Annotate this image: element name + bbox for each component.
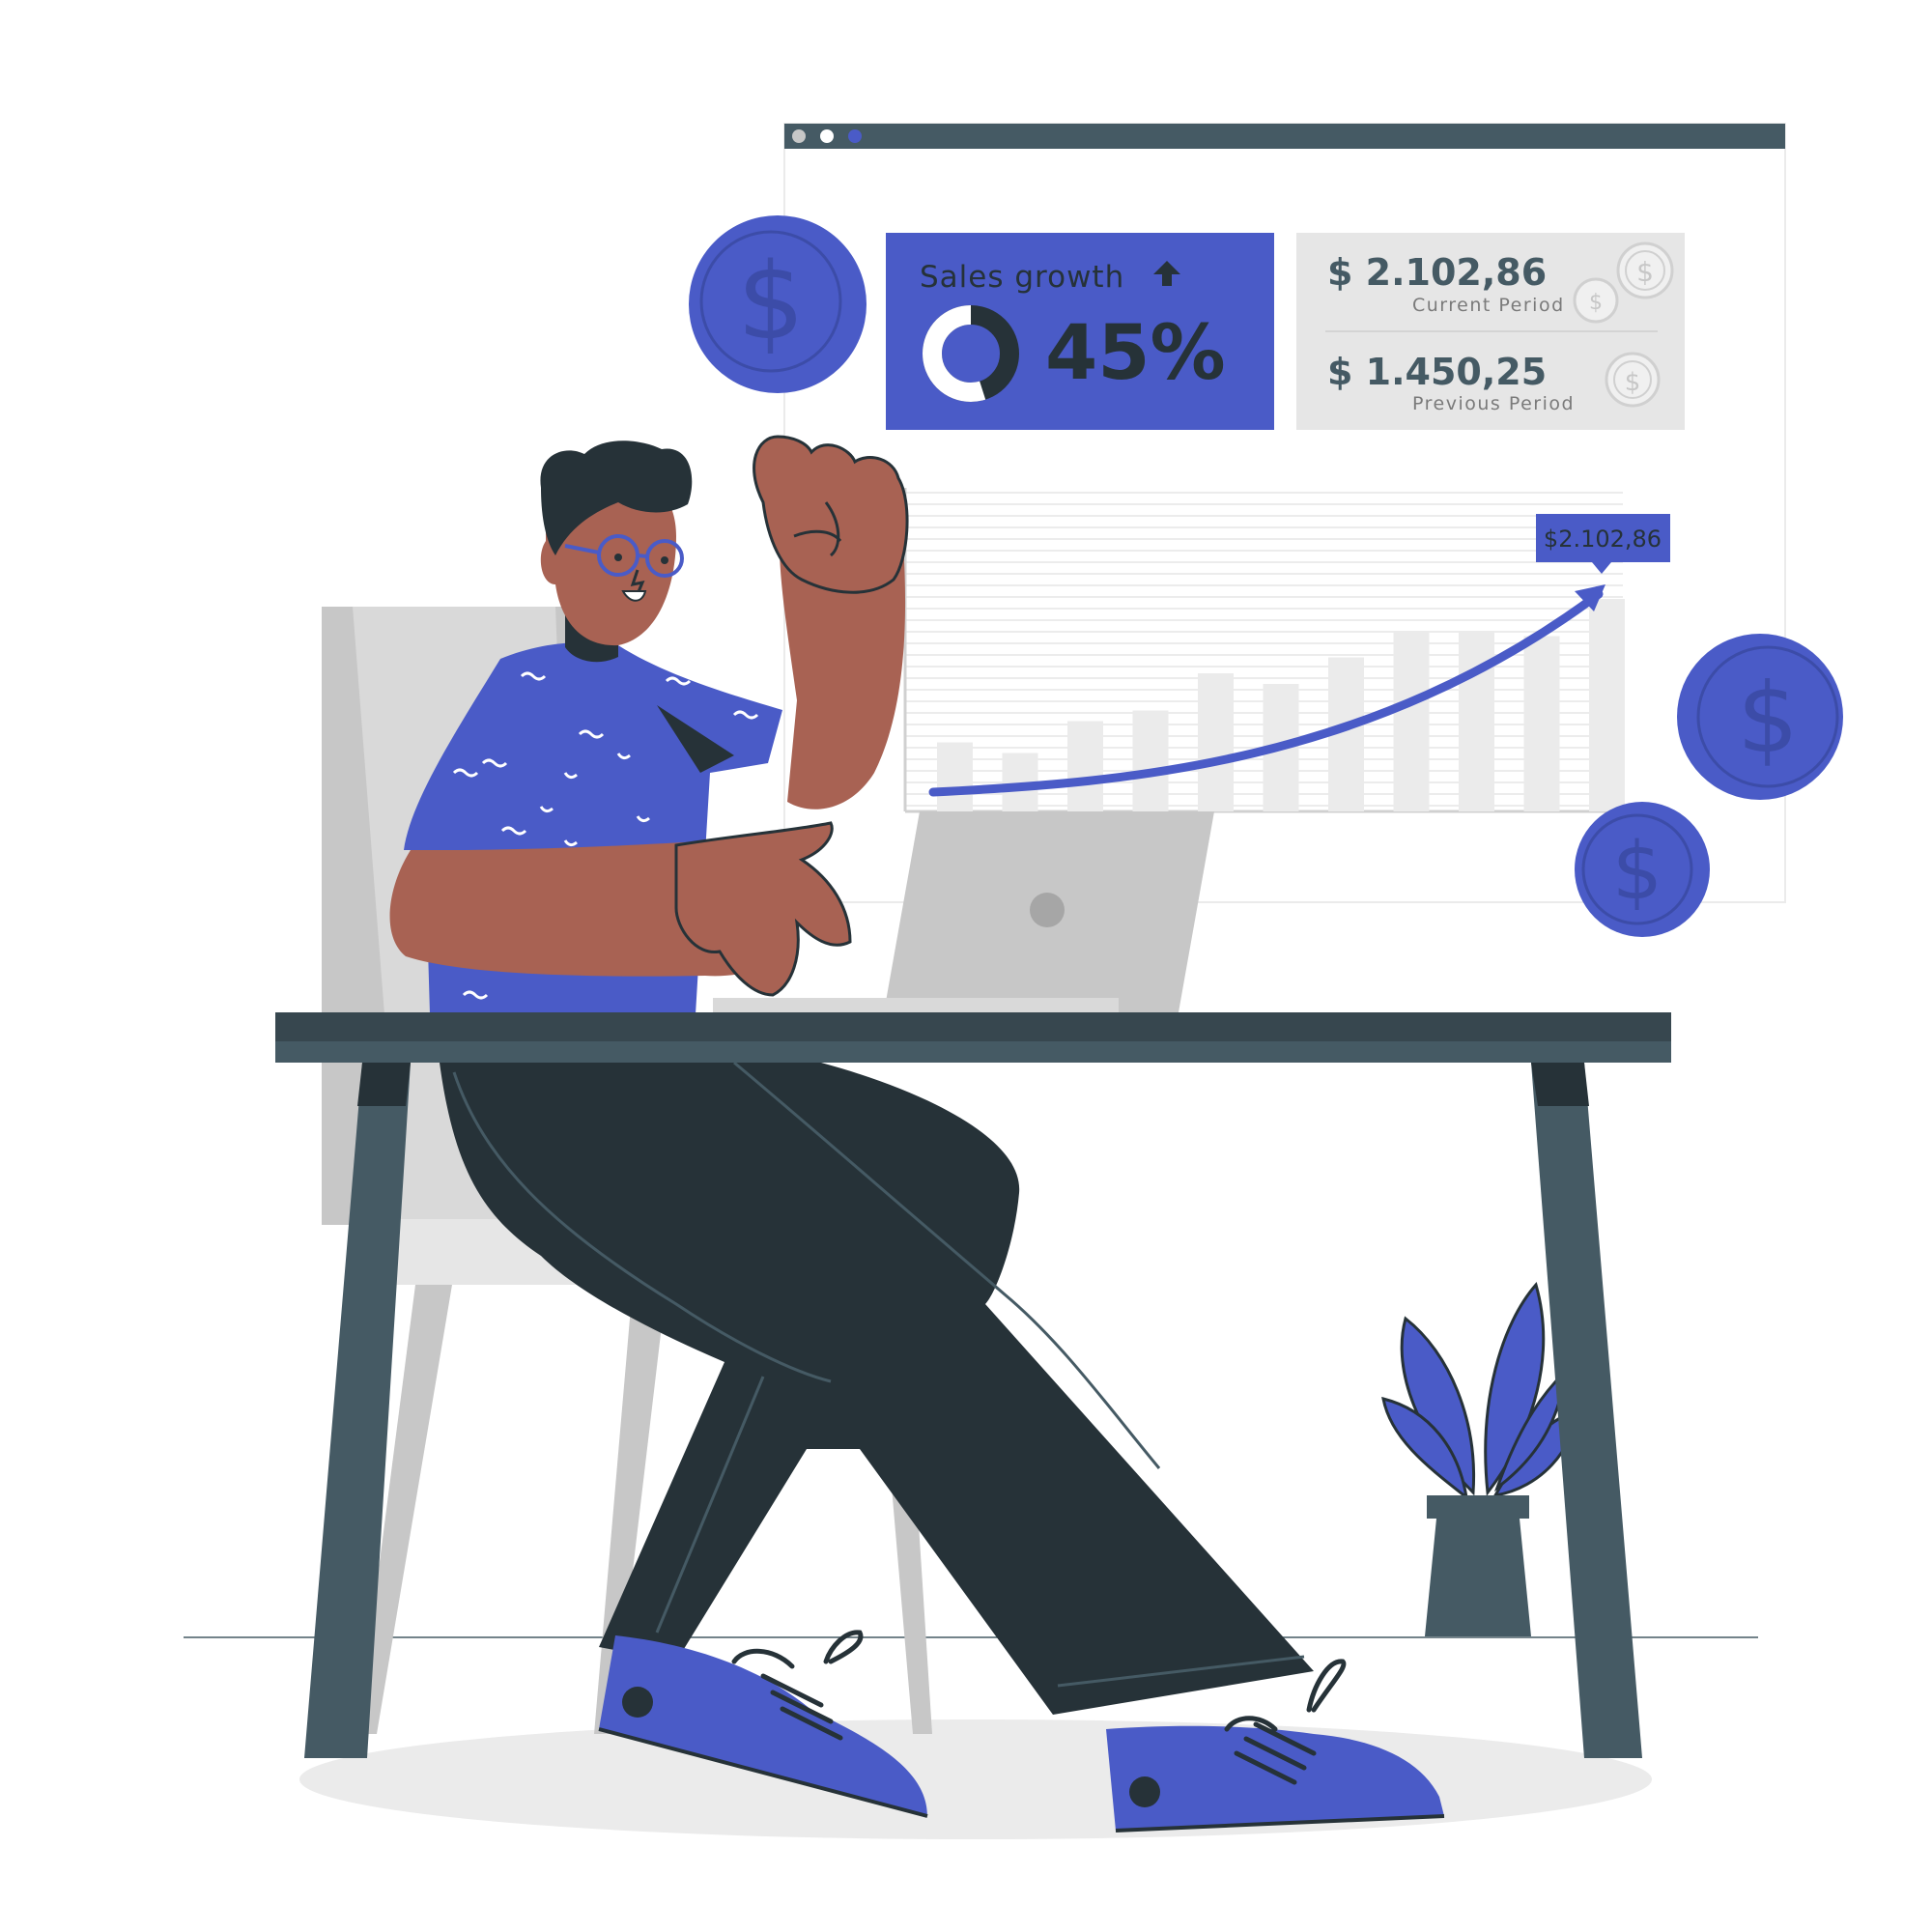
browser-titlebar bbox=[784, 124, 1785, 149]
dollar-coin-icon: $ bbox=[1605, 352, 1661, 408]
chart-bar bbox=[1393, 631, 1430, 811]
svg-text:$: $ bbox=[1737, 662, 1799, 775]
plant-pot bbox=[1425, 1519, 1531, 1636]
dollar-coin-icon: $ bbox=[1575, 802, 1710, 937]
desk-leg-shadow bbox=[1531, 1063, 1589, 1106]
fist bbox=[753, 435, 909, 594]
svg-text:$: $ bbox=[1612, 826, 1662, 918]
svg-text:$: $ bbox=[1636, 256, 1654, 288]
potted-plant-icon bbox=[1381, 1281, 1577, 1636]
current-amount: $ 2.102,86 bbox=[1327, 251, 1547, 294]
window-dot-gray[interactable] bbox=[792, 129, 806, 143]
chart-bar bbox=[937, 742, 973, 811]
previous-label: Previous Period bbox=[1412, 393, 1575, 414]
previous-amount: $ 1.450,25 bbox=[1327, 351, 1547, 393]
plant-pot-rim bbox=[1427, 1495, 1529, 1519]
man-celebrating-illustration bbox=[389, 435, 909, 1014]
tooltip-value: $2.102,86 bbox=[1544, 526, 1662, 553]
svg-text:$: $ bbox=[1625, 368, 1641, 397]
chart-bar bbox=[1198, 673, 1234, 811]
sales-percent: 45% bbox=[1045, 310, 1226, 397]
current-label: Current Period bbox=[1412, 295, 1565, 316]
sales-card-title: Sales growth bbox=[920, 260, 1124, 295]
chart-bar bbox=[1589, 599, 1625, 811]
laptop-base bbox=[713, 998, 1119, 1013]
svg-text:$: $ bbox=[1589, 291, 1603, 315]
illustration: Sales growth 45% $ 2.102,86 Current Peri… bbox=[184, 123, 1843, 1839]
dollar-coin-icon: $ bbox=[689, 215, 867, 393]
floor-shadow bbox=[299, 1719, 1652, 1839]
chart-bar bbox=[1132, 710, 1169, 811]
desk-leg-shadow bbox=[357, 1063, 411, 1106]
chart-bar bbox=[1523, 636, 1560, 811]
svg-text:$: $ bbox=[737, 240, 805, 363]
dollar-coin-icon: $ bbox=[1573, 277, 1619, 324]
pants bbox=[440, 1061, 1314, 1715]
window-dot-blue[interactable] bbox=[848, 129, 862, 143]
dollar-coin-icon: $ bbox=[1616, 242, 1674, 299]
desk-top-edge bbox=[275, 1012, 1671, 1041]
desk-leg bbox=[304, 1063, 411, 1758]
window-dot-white[interactable] bbox=[820, 129, 834, 143]
chart-bar bbox=[1067, 721, 1103, 811]
dollar-coin-icon: $ bbox=[1677, 634, 1843, 800]
sales-growth-card: Sales growth 45% bbox=[886, 233, 1274, 430]
chart-bar bbox=[1459, 631, 1494, 811]
period-card: $ 2.102,86 Current Period $ 1.450,25 Pre… bbox=[1296, 233, 1685, 430]
laptop-logo bbox=[1030, 893, 1065, 927]
